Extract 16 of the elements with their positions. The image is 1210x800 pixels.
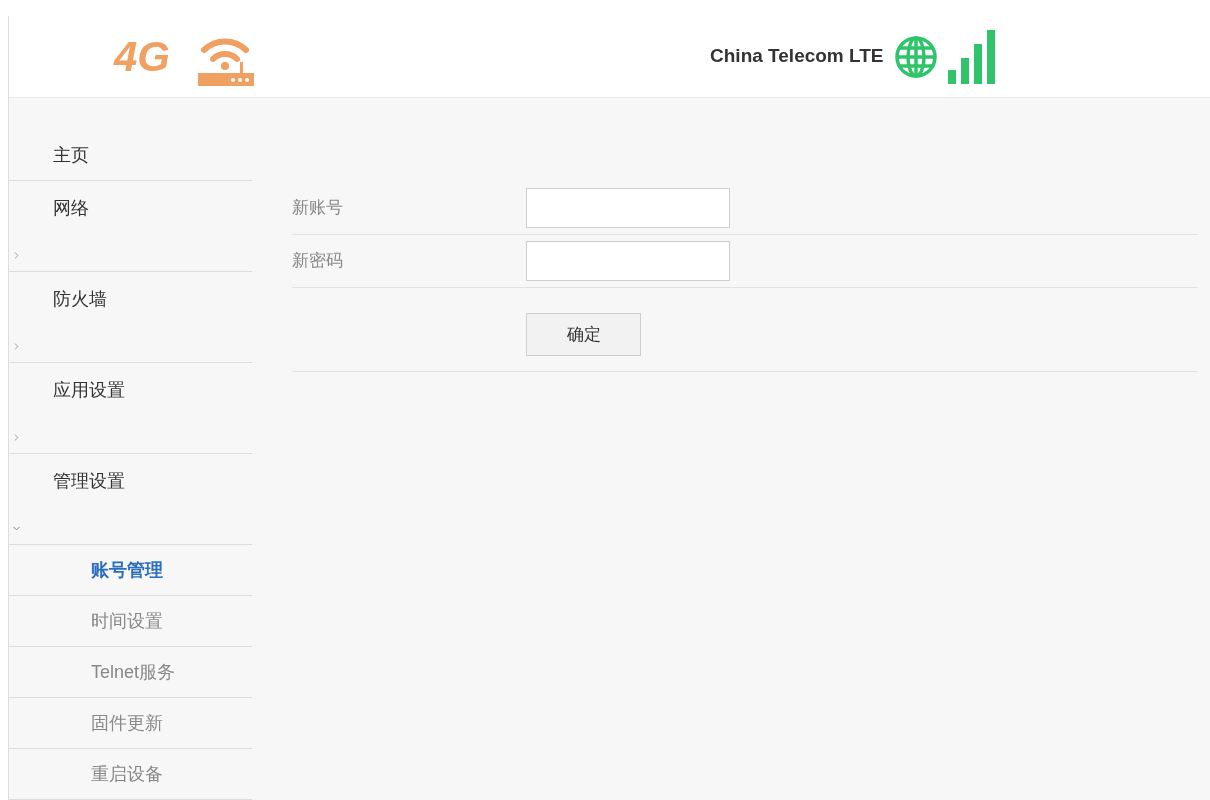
submenu-item[interactable]: 账号管理 bbox=[9, 544, 252, 595]
chevron-right-icon bbox=[11, 250, 22, 261]
sidebar-item[interactable]: 防火墙 bbox=[9, 272, 252, 362]
sidebar-item[interactable]: 应用设置 bbox=[9, 363, 252, 453]
logo-text: 4G bbox=[114, 35, 171, 78]
sidebar-item[interactable]: 管理设置 bbox=[9, 454, 252, 544]
text-input[interactable] bbox=[526, 188, 730, 228]
signal-icon bbox=[947, 29, 996, 84]
confirm-button[interactable]: 确定 bbox=[526, 313, 641, 356]
sidebar-item[interactable]: 网络 bbox=[9, 181, 252, 271]
field-label: 新账号 bbox=[292, 197, 344, 220]
carrier-name: China Telecom LTE bbox=[710, 44, 884, 69]
field-label: 新密码 bbox=[292, 250, 344, 273]
text-input[interactable] bbox=[526, 241, 730, 281]
globe-icon bbox=[893, 34, 938, 79]
sidebar-item[interactable]: 主页 bbox=[9, 130, 252, 180]
